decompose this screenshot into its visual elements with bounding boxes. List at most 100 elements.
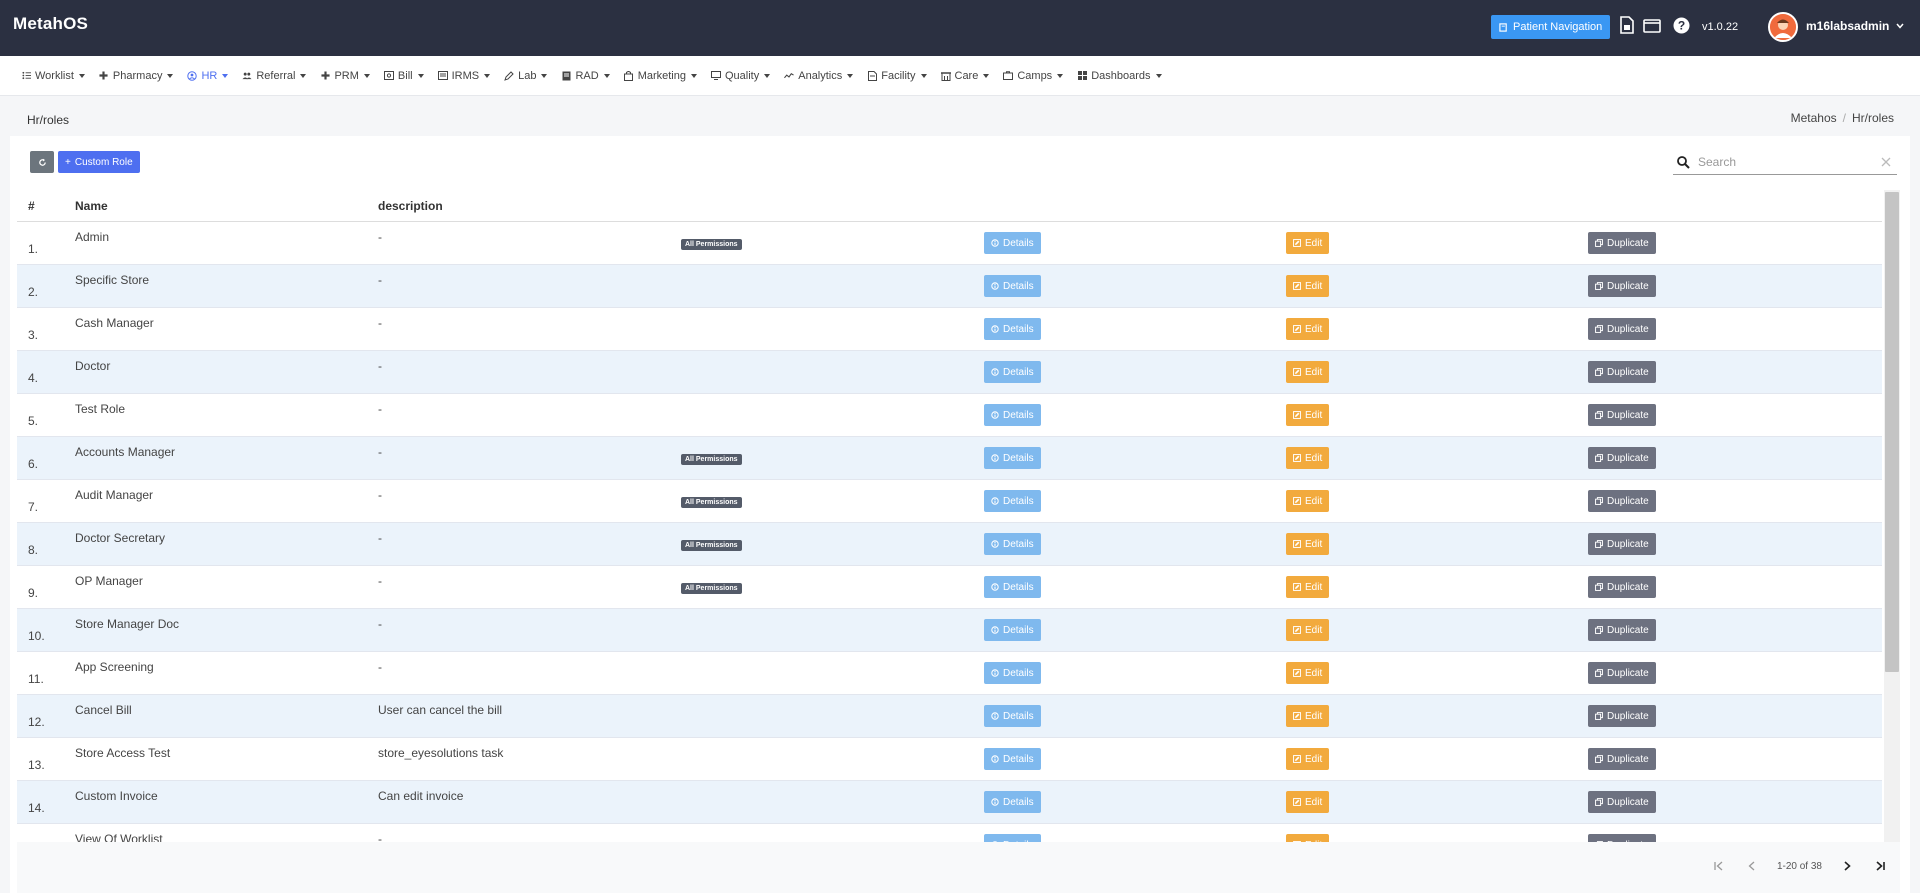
duplicate-button[interactable]: Duplicate xyxy=(1588,318,1656,340)
edit-button[interactable]: Edit xyxy=(1286,361,1330,383)
avatar[interactable] xyxy=(1768,12,1798,42)
edit-button[interactable]: Edit xyxy=(1286,275,1330,297)
custom-role-button[interactable]: + Custom Role xyxy=(58,151,140,173)
nav-item-worklist[interactable]: Worklist xyxy=(21,70,85,82)
role-name: Doctor xyxy=(75,359,111,373)
nav-item-hr[interactable]: HR xyxy=(187,70,229,82)
duplicate-button[interactable]: Duplicate xyxy=(1588,576,1656,598)
nav-item-irms[interactable]: IRMS xyxy=(437,70,491,82)
details-button[interactable]: Details xyxy=(984,404,1041,426)
details-button[interactable]: Details xyxy=(984,619,1041,641)
nav-item-label: Pharmacy xyxy=(112,69,163,82)
header-description[interactable]: description xyxy=(378,199,443,213)
duplicate-button[interactable]: Duplicate xyxy=(1588,834,1656,842)
nav-item-analytics[interactable]: Analytics xyxy=(784,70,854,82)
duplicate-button[interactable]: Duplicate xyxy=(1588,791,1656,813)
edit-button[interactable]: Edit xyxy=(1286,533,1330,555)
nav-item-dashboards[interactable]: Dashboards xyxy=(1077,70,1162,82)
building-icon xyxy=(940,71,951,81)
details-button[interactable]: Details xyxy=(984,576,1041,598)
duplicate-button[interactable]: Duplicate xyxy=(1588,533,1656,555)
header-num: # xyxy=(28,198,35,213)
details-button[interactable]: Details xyxy=(984,705,1041,727)
monitor-icon xyxy=(710,71,721,81)
prev-page-icon[interactable] xyxy=(1744,858,1760,874)
details-button[interactable]: Details xyxy=(984,791,1041,813)
bill-icon xyxy=(383,71,394,81)
edit-button[interactable]: Edit xyxy=(1286,447,1330,469)
edit-button[interactable]: Edit xyxy=(1286,318,1330,340)
edit-icon xyxy=(1293,540,1301,548)
nav-item-care[interactable]: Care xyxy=(940,70,990,82)
row-number: 14. xyxy=(28,801,45,815)
details-button[interactable]: Details xyxy=(984,361,1041,383)
brand-logo[interactable]: MetahOS xyxy=(13,14,88,34)
table-scrollbar[interactable] xyxy=(1884,190,1900,842)
duplicate-button[interactable]: Duplicate xyxy=(1588,662,1656,684)
plus-icon xyxy=(320,71,330,81)
clear-search-icon[interactable] xyxy=(1881,157,1891,167)
edit-icon xyxy=(1293,454,1301,462)
search-input[interactable] xyxy=(1690,155,1881,169)
nav-item-pharmacy[interactable]: Pharmacy xyxy=(99,70,174,82)
details-label: Details xyxy=(1003,323,1034,335)
details-button[interactable]: Details xyxy=(984,834,1041,842)
document-icon[interactable] xyxy=(1618,15,1636,35)
nav-item-marketing[interactable]: Marketing xyxy=(624,70,697,82)
header-name[interactable]: Name xyxy=(75,199,108,213)
details-button[interactable]: Details xyxy=(984,447,1041,469)
edit-button[interactable]: Edit xyxy=(1286,791,1330,813)
breadcrumb-item-home[interactable]: Metahos xyxy=(1791,111,1837,125)
edit-button[interactable]: Edit xyxy=(1286,662,1330,684)
details-button[interactable]: Details xyxy=(984,490,1041,512)
user-menu[interactable]: m16labsadmin xyxy=(1806,19,1904,33)
duplicate-button[interactable]: Duplicate xyxy=(1588,232,1656,254)
edit-button[interactable]: Edit xyxy=(1286,404,1330,426)
nav-item-facility[interactable]: Facility xyxy=(867,70,927,82)
nav-item-camps[interactable]: Camps xyxy=(1003,70,1064,82)
nav-item-rad[interactable]: RAD xyxy=(561,70,610,82)
table-row: 5. Test Role - Details Edit Duplicate xyxy=(17,394,1882,437)
info-icon xyxy=(991,497,999,505)
edit-button[interactable]: Edit xyxy=(1286,705,1330,727)
nav-item-lab[interactable]: Lab xyxy=(504,69,548,82)
edit-button[interactable]: Edit xyxy=(1286,576,1330,598)
nav-item-label: Lab xyxy=(518,69,537,82)
table-footer: 1-20 of 38 xyxy=(17,842,1900,893)
duplicate-button[interactable]: Duplicate xyxy=(1588,619,1656,641)
duplicate-button[interactable]: Duplicate xyxy=(1588,748,1656,770)
duplicate-button[interactable]: Duplicate xyxy=(1588,447,1656,469)
nav-item-quality[interactable]: Quality xyxy=(710,70,771,82)
first-page-icon[interactable] xyxy=(1711,858,1727,874)
next-page-icon[interactable] xyxy=(1839,858,1855,874)
details-button[interactable]: Details xyxy=(984,275,1041,297)
details-button[interactable]: Details xyxy=(984,318,1041,340)
duplicate-button[interactable]: Duplicate xyxy=(1588,490,1656,512)
nav-item-bill[interactable]: Bill xyxy=(383,70,424,82)
nav-item-referral[interactable]: Referral xyxy=(242,70,307,82)
table-row: 1. Admin - All Permissions Details Edit Duplic… xyxy=(17,222,1882,265)
duplicate-button[interactable]: Duplicate xyxy=(1588,275,1656,297)
patient-navigation-button[interactable]: Patient Navigation xyxy=(1491,15,1611,39)
details-button[interactable]: Details xyxy=(984,533,1041,555)
help-icon[interactable]: ? xyxy=(1672,15,1690,35)
edit-button[interactable]: Edit xyxy=(1286,619,1330,641)
duplicate-button[interactable]: Duplicate xyxy=(1588,361,1656,383)
details-button[interactable]: Details xyxy=(984,748,1041,770)
edit-button[interactable]: Edit xyxy=(1286,748,1330,770)
folder-icon[interactable] xyxy=(1642,15,1662,35)
details-button[interactable]: Details xyxy=(984,232,1041,254)
duplicate-label: Duplicate xyxy=(1607,710,1649,722)
duplicate-button[interactable]: Duplicate xyxy=(1588,404,1656,426)
edit-button[interactable]: Edit xyxy=(1286,232,1330,254)
refresh-button[interactable] xyxy=(30,151,54,173)
edit-button[interactable]: Edit xyxy=(1286,490,1330,512)
duplicate-button[interactable]: Duplicate xyxy=(1588,705,1656,727)
caret-down-icon xyxy=(78,73,85,78)
details-button[interactable]: Details xyxy=(984,662,1041,684)
scrollbar-thumb[interactable] xyxy=(1885,192,1899,672)
caret-down-icon xyxy=(847,73,854,78)
last-page-icon[interactable] xyxy=(1872,858,1888,874)
edit-button[interactable]: Edit xyxy=(1286,834,1330,842)
nav-item-prm[interactable]: PRM xyxy=(320,70,370,82)
